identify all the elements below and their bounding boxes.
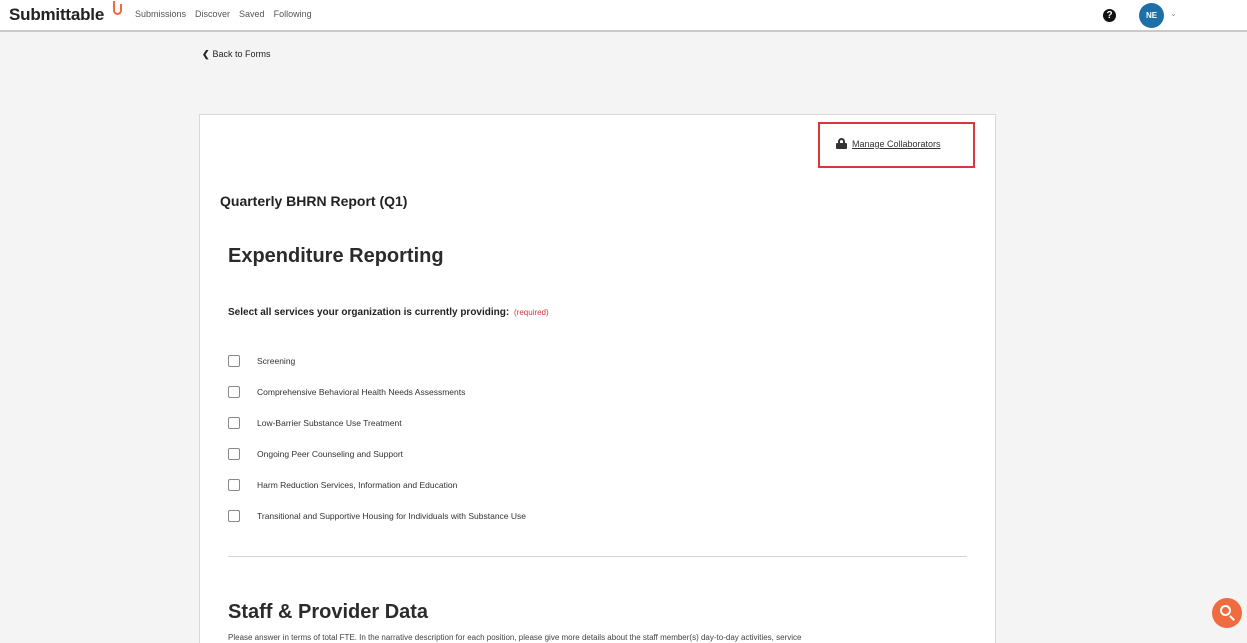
nav-submissions[interactable]: Submissions xyxy=(135,9,186,19)
option-label: Comprehensive Behavioral Health Needs As… xyxy=(257,386,466,397)
help-icon[interactable]: ? xyxy=(1103,9,1116,22)
services-checkbox-group: Screening Comprehensive Behavioral Healt… xyxy=(228,345,526,531)
top-nav-bar: Submittable Submissions Discover Saved F… xyxy=(0,0,1247,32)
services-question: Select all services your organization is… xyxy=(228,307,549,318)
checkbox[interactable] xyxy=(228,447,240,460)
chevron-down-icon[interactable]: ⌄ xyxy=(1170,9,1177,18)
option-peer-counseling[interactable]: Ongoing Peer Counseling and Support xyxy=(228,438,526,469)
brand-logo[interactable]: Submittable xyxy=(9,5,104,25)
manage-collaborators-link[interactable]: Manage Collaborators xyxy=(836,138,941,149)
nav-saved[interactable]: Saved xyxy=(239,9,265,19)
option-assessments[interactable]: Comprehensive Behavioral Health Needs As… xyxy=(228,376,526,407)
nav-following[interactable]: Following xyxy=(274,9,312,19)
section-heading-expenditure: Expenditure Reporting xyxy=(228,245,444,267)
checkbox[interactable] xyxy=(228,509,240,522)
option-label: Harm Reduction Services, Information and… xyxy=(257,479,458,490)
back-to-forms-link[interactable]: ❮ Back to Forms xyxy=(202,49,271,60)
option-label: Screening xyxy=(257,355,296,366)
brand-mark-icon xyxy=(113,1,122,15)
chevron-left-icon: ❮ xyxy=(202,49,210,59)
checkbox[interactable] xyxy=(228,478,240,491)
option-harm-reduction[interactable]: Harm Reduction Services, Information and… xyxy=(228,469,526,500)
option-screening[interactable]: Screening xyxy=(228,345,526,376)
main-nav: Submissions Discover Saved Following xyxy=(135,9,312,19)
section-divider xyxy=(228,556,967,557)
section-heading-staff: Staff & Provider Data xyxy=(228,601,429,623)
checkbox[interactable] xyxy=(228,354,240,367)
option-label: Ongoing Peer Counseling and Support xyxy=(257,448,404,459)
option-label: Low-Barrier Substance Use Treatment xyxy=(257,417,402,428)
option-housing[interactable]: Transitional and Supportive Housing for … xyxy=(228,500,526,531)
form-title: Quarterly BHRN Report (Q1) xyxy=(220,193,408,209)
checkbox[interactable] xyxy=(228,385,240,398)
option-treatment[interactable]: Low-Barrier Substance Use Treatment xyxy=(228,407,526,438)
search-fab-button[interactable] xyxy=(1212,598,1242,628)
avatar[interactable]: NE xyxy=(1139,3,1164,28)
section-description: Please answer in terms of total FTE. In … xyxy=(228,633,802,642)
option-label: Transitional and Supportive Housing for … xyxy=(257,510,526,521)
question-text: Select all services your organization is… xyxy=(228,307,510,318)
search-icon xyxy=(1220,605,1231,616)
back-link-label: Back to Forms xyxy=(212,49,271,59)
lock-icon xyxy=(836,138,847,149)
manage-collaborators-label: Manage Collaborators xyxy=(852,138,941,149)
nav-discover[interactable]: Discover xyxy=(195,9,230,19)
checkbox[interactable] xyxy=(228,416,240,429)
required-label: (required) xyxy=(513,308,549,317)
